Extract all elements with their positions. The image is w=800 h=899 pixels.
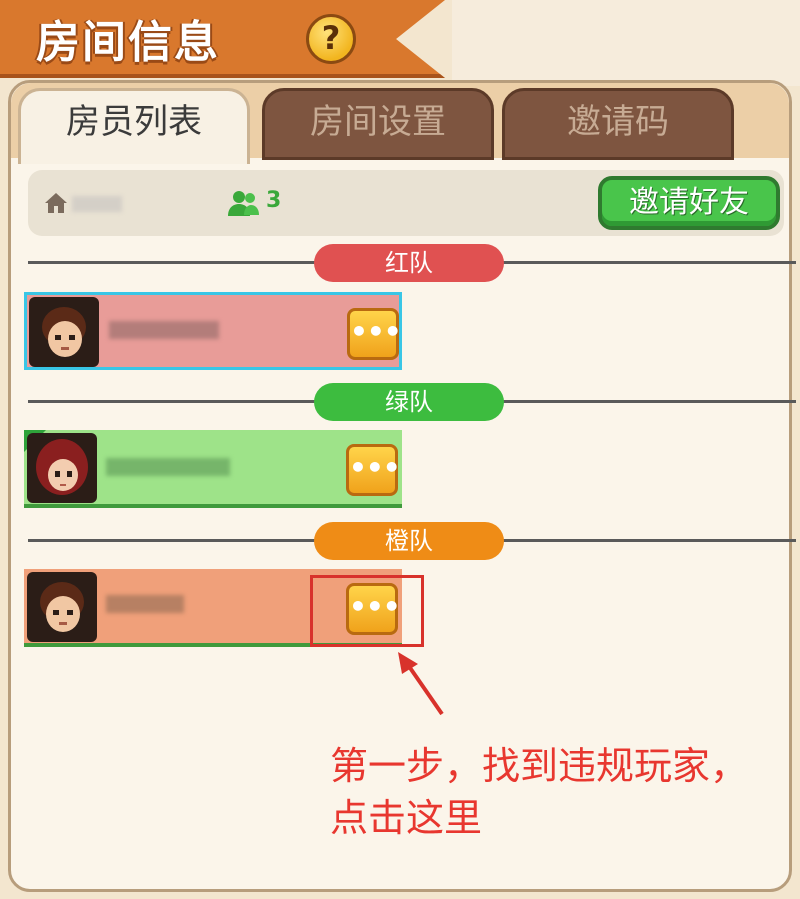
people-icon	[228, 191, 259, 216]
player-avatar	[27, 433, 97, 503]
player-name-redacted	[109, 321, 219, 339]
team-label-orange: 橙队	[314, 522, 504, 560]
player-more-button[interactable]: •••	[346, 444, 401, 496]
player-name-redacted	[106, 595, 184, 613]
player-name-redacted	[106, 458, 230, 476]
avatar-face-icon	[42, 307, 86, 357]
page-title: 房间信息	[36, 17, 220, 68]
tab-invite-code[interactable]: 邀请码	[502, 88, 734, 160]
home-icon	[45, 193, 67, 213]
team-label-red: 红队	[314, 244, 504, 282]
help-icon[interactable]: ?	[306, 14, 356, 64]
player-card-green[interactable]: •••	[24, 430, 402, 508]
top-strip	[452, 0, 800, 86]
player-avatar	[27, 572, 97, 642]
annotation-text: 第一步，找到违规玩家， 点击这里	[330, 740, 790, 844]
help-icon-glyph: ?	[321, 19, 341, 57]
player-avatar	[29, 297, 99, 367]
avatar-face-icon	[40, 582, 84, 632]
annotation-arrow-icon	[398, 652, 444, 716]
more-dots-icon: •••	[350, 315, 402, 348]
avatar-face-icon	[36, 439, 88, 495]
team-label-green: 绿队	[314, 383, 504, 421]
annotation-line-1: 第一步，找到违规玩家，	[330, 744, 749, 788]
annotation-highlight-box	[310, 575, 424, 647]
more-dots-icon: •••	[349, 451, 401, 484]
annotation-line-2: 点击这里	[330, 796, 483, 840]
tab-member-list[interactable]: 房员列表	[18, 88, 250, 164]
player-card-red[interactable]: •••	[24, 292, 402, 370]
room-id-redacted	[72, 196, 122, 212]
player-count: 3	[266, 188, 282, 213]
player-more-button[interactable]: •••	[347, 308, 402, 360]
invite-friends-button[interactable]: 邀请好友	[598, 176, 780, 230]
tab-room-settings[interactable]: 房间设置	[262, 88, 494, 160]
